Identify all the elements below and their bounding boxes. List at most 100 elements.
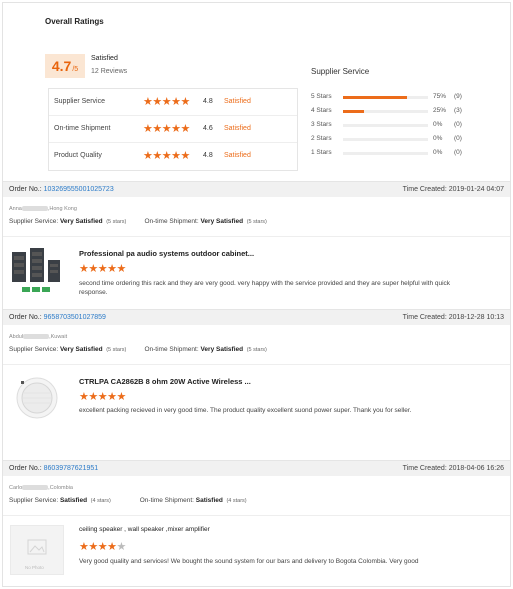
distribution-count: (9) (454, 93, 462, 100)
distribution-bar (343, 96, 428, 99)
redacted-name (21, 206, 48, 212)
order-label: Order No.: (9, 186, 42, 193)
distribution-bar (343, 138, 428, 141)
shipment-value: Satisfied (195, 497, 223, 504)
shipment-label: On-time Shipment: (139, 497, 194, 504)
distribution-row-4: 4 Stars 25% (3) (311, 105, 481, 119)
distribution-count: (0) (454, 135, 462, 142)
product-name-link[interactable]: ceiling speaker , wall speaker ,mixer am… (79, 526, 210, 533)
distribution-percent: 0% (433, 135, 443, 142)
shipment-stars: (4 stars) (226, 498, 247, 504)
rating-score: 4.8 (203, 98, 213, 105)
distribution-label: 3 Stars (311, 121, 332, 128)
rating-status: Satisfied (224, 125, 251, 132)
divider (3, 364, 510, 365)
distribution-count: (0) (454, 121, 462, 128)
service-ratings-line: Supplier Service: Very Satisfied (5 star… (9, 346, 267, 353)
order-header: Order No.: 86039787621951 Time Created: … (3, 460, 510, 476)
review-text: Very good quality and services! We bough… (79, 558, 419, 565)
order-label: Order No.: (9, 465, 42, 472)
shipment-value: Very Satisfied (200, 346, 244, 353)
star-rating-icon: ★★★★★ (79, 391, 126, 403)
shipment-label: On-time Shipment: (144, 346, 199, 353)
star-rating-icon: ★★★★★ (143, 96, 190, 108)
distribution-label: 2 Stars (311, 135, 332, 142)
distribution-percent: 0% (433, 121, 443, 128)
rating-label: On-time Shipment (54, 125, 111, 132)
distribution-bar-fill (343, 96, 407, 99)
distribution-row-5: 5 Stars 75% (9) (311, 91, 481, 105)
distribution-label: 1 Stars (311, 149, 332, 156)
overall-ratings-title: Overall Ratings (45, 17, 104, 26)
supplier-service-value: Very Satisfied (59, 346, 103, 353)
order-number-link[interactable]: 103269555001025723 (44, 186, 114, 193)
time-label: Time Created: (402, 465, 447, 472)
product-thumbnail-placeholder[interactable]: No Photo (10, 525, 64, 575)
divider (3, 515, 510, 516)
distribution-row-2: 2 Stars 0% (0) (311, 133, 481, 147)
supplier-service-stars: (5 stars) (106, 347, 127, 353)
distribution-bar-fill (343, 110, 365, 113)
star-rating-icon: ★★★★★ (143, 123, 190, 135)
time-created: 2018-04-06 16:26 (448, 465, 504, 472)
service-ratings-line: Supplier Service: Very Satisfied (5 star… (9, 218, 267, 225)
supplier-service-label: Supplier Service: (9, 497, 59, 504)
review-text: second time ordering this rack and they … (79, 280, 451, 296)
speaker-rack-image (12, 248, 60, 292)
redacted-name (23, 334, 50, 340)
shipment-label: On-time Shipment: (144, 218, 199, 225)
review-count: 12 Reviews (91, 68, 128, 75)
distribution-label: 4 Stars (311, 107, 332, 114)
overall-score-box: 4.7/5 (45, 54, 85, 78)
distribution-percent: 25% (433, 107, 447, 114)
distribution-row-1: 1 Stars 0% (0) (311, 147, 481, 161)
ceiling-speaker-image (16, 377, 58, 419)
distribution-count: (3) (454, 107, 462, 114)
ratings-panel: Overall Ratings 4.7/5 Satisfied 12 Revie… (2, 2, 511, 587)
rating-status: Satisfied (224, 152, 251, 159)
distribution-bar (343, 124, 428, 127)
distribution-label: 5 Stars (311, 93, 332, 100)
rating-label: Supplier Service (54, 98, 105, 105)
product-name-link[interactable]: Professional pa audio systems outdoor ca… (79, 249, 254, 258)
overall-status: Satisfied (91, 55, 118, 62)
supplier-service-stars: (5 stars) (106, 219, 127, 225)
shipment-stars: (5 stars) (246, 347, 267, 353)
supplier-service-label: Supplier Service: (9, 218, 59, 225)
rating-label: Product Quality (54, 152, 102, 159)
supplier-service-stars: (4 stars) (90, 498, 111, 504)
supplier-service-value: Satisfied (59, 497, 88, 504)
distribution-bar (343, 110, 428, 113)
product-thumbnail[interactable] (10, 373, 64, 423)
distribution-percent: 75% (433, 93, 447, 100)
order-number-link[interactable]: 96587035010278​59 (44, 314, 106, 321)
divider (3, 236, 510, 237)
time-label: Time Created: (402, 314, 447, 321)
order-number-link[interactable]: 86039787621951 (44, 465, 99, 472)
rating-score: 4.6 (203, 125, 213, 132)
order-header: Order No.: 96587035010278​59 Time Create… (3, 309, 510, 325)
rating-row-supplier-service: Supplier Service ★★★★★ 4.8 Satisfied (49, 89, 297, 116)
rating-score: 4.8 (203, 152, 213, 159)
rating-status: Satisfied (224, 98, 251, 105)
supplier-service-title: Supplier Service (311, 67, 370, 76)
rating-row-product-quality: Product Quality ★★★★★ 4.8 Satisfied (49, 143, 297, 170)
star-rating-icon: ★★★★★ (79, 263, 126, 275)
distribution-bar (343, 152, 428, 155)
time-created: 2018-12-28 10:13 (448, 314, 504, 321)
time-label: Time Created: (402, 186, 447, 193)
distribution-count: (0) (454, 149, 462, 156)
order-header: Order No.: 103269555001025723 Time Creat… (3, 181, 510, 197)
no-photo-label: No Photo (25, 565, 44, 570)
shipment-stars: (5 stars) (246, 219, 267, 225)
product-name-link[interactable]: CTRLPA CA2862B 8 ohm 20W Active Wireless… (79, 377, 251, 386)
review-text: excellent packing recieved in very good … (79, 407, 412, 414)
distribution-row-3: 3 Stars 0% (0) (311, 119, 481, 133)
redacted-name (22, 485, 49, 491)
service-ratings-line: Supplier Service: Satisfied (4 stars) On… (9, 497, 247, 504)
star-rating-icon: ★★★★★ (79, 541, 126, 553)
product-thumbnail[interactable] (10, 246, 64, 296)
supplier-service-value: Very Satisfied (59, 218, 103, 225)
overall-score: 4.7 (51, 58, 72, 74)
rating-row-on-time-shipment: On-time Shipment ★★★★★ 4.6 Satisfied (49, 116, 297, 143)
